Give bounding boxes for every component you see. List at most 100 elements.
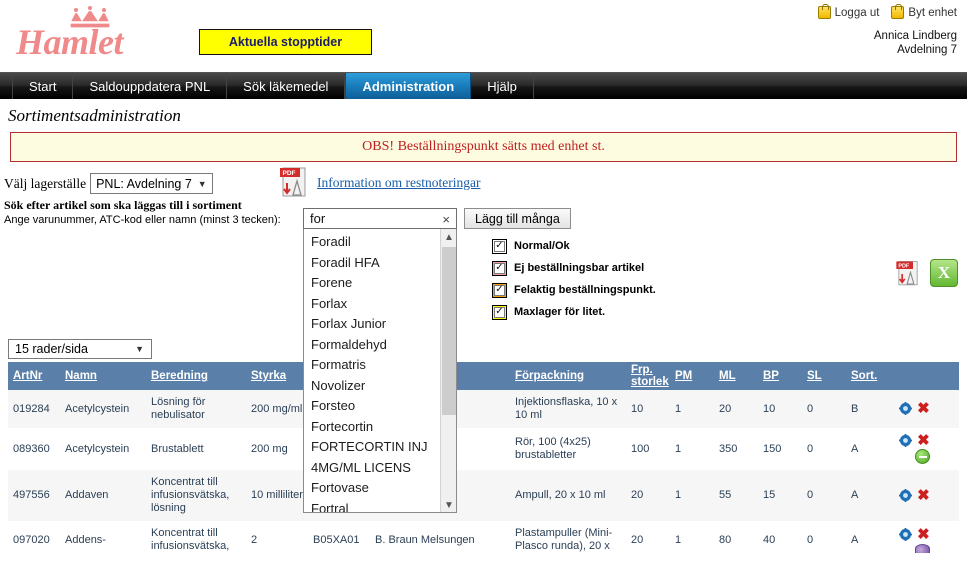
pdf-icon[interactable]: PDF (277, 165, 311, 201)
col-sort[interactable]: Sort. (846, 362, 894, 390)
list-item[interactable]: Forsteo (304, 396, 456, 417)
table-row[interactable]: 019284 Acetylcystein Lösning för nebulis… (8, 390, 959, 428)
check-icon: ✓ (494, 240, 505, 252)
status-indicator-icon[interactable] (915, 543, 930, 553)
cell-actions: ✖ (894, 470, 959, 522)
nav-item-hjalp[interactable]: Hjälp (471, 73, 534, 99)
gear-icon[interactable] (899, 528, 912, 542)
lagg-till-manga-button[interactable]: Lägg till många (464, 208, 571, 229)
list-item[interactable]: FORTECORTIN INJ (304, 437, 456, 458)
col-namn[interactable]: Namn (60, 362, 146, 390)
list-item[interactable]: 4MG/ML LICENS (304, 458, 456, 479)
list-item[interactable]: Fortovase (304, 478, 456, 499)
list-item[interactable]: Foradil HFA (304, 253, 456, 274)
col-beredning[interactable]: Beredning (146, 362, 246, 390)
list-item[interactable]: Novolizer (304, 376, 456, 397)
notice-banner: OBS! Beställningspunkt sätts med enhet s… (10, 132, 957, 162)
cell-namn: Acetylcystein (60, 390, 146, 428)
cell-ml: 80 (714, 521, 758, 560)
delete-icon[interactable]: ✖ (917, 433, 930, 448)
nav-item-administration[interactable]: Administration (345, 73, 472, 99)
col-sl[interactable]: SL (802, 362, 846, 390)
cell-forpackning: Plastampuller (Mini-Plasco runda), 20 x (510, 521, 626, 560)
table-row[interactable]: 089360 Acetylcystein Brustablett 200 mg … (8, 428, 959, 471)
col-bp[interactable]: BP (758, 362, 802, 390)
cell-namn: Addaven (60, 470, 146, 522)
col-forpackning[interactable]: Förpackning (510, 362, 626, 390)
legend-checkbox-normal[interactable]: ✓ (492, 238, 507, 254)
check-icon: ✓ (494, 262, 505, 274)
cell-sort: A (846, 521, 894, 560)
list-item[interactable]: Forlax (304, 294, 456, 315)
pdf-export-icon[interactable]: PDF (893, 259, 923, 289)
legend-label: Normal/Ok (514, 240, 570, 252)
svg-text:PDF: PDF (898, 264, 910, 270)
gear-icon[interactable] (899, 489, 912, 503)
search-input-box[interactable]: × (303, 208, 457, 229)
list-item[interactable]: Fortecortin (304, 417, 456, 438)
col-artnr[interactable]: ArtNr (8, 362, 60, 390)
list-item[interactable]: Fortral (304, 499, 456, 513)
aktuella-stopptider-button[interactable]: Aktuella stopptider (199, 29, 372, 55)
dropdown-scrollbar[interactable]: ▲ ▼ (440, 229, 456, 512)
cell-artnr: 497556 (8, 470, 60, 522)
list-item[interactable]: Formaldehyd (304, 335, 456, 356)
scroll-up-icon[interactable]: ▲ (441, 229, 456, 245)
minus-status-icon[interactable] (915, 449, 930, 465)
logout-link[interactable]: Logga ut (817, 4, 879, 19)
cell-frp-storlek: 20 (626, 521, 670, 560)
search-input[interactable] (308, 210, 434, 227)
page-header: Hamlet Aktuella stopptider Logga ut Byt … (0, 0, 967, 72)
search-field-label: Ange varunummer, ATC-kod eller namn (min… (4, 214, 281, 226)
cell-ml: 55 (714, 470, 758, 522)
legend-checkbox-ej-bestallningsbar[interactable]: ✓ (492, 260, 507, 276)
legend-checkbox-felaktig-bestallningspunkt[interactable]: ✓ (492, 282, 507, 298)
nav-item-saldouppdatera-pnl[interactable]: Saldouppdatera PNL (73, 73, 228, 99)
autocomplete-dropdown[interactable]: Foradil Foradil HFA Forene Forlax Forlax… (303, 229, 457, 513)
cell-bp: 150 (758, 428, 802, 471)
list-item[interactable]: Formatris (304, 355, 456, 376)
svg-text:Hamlet: Hamlet (15, 22, 124, 62)
col-ml[interactable]: ML (714, 362, 758, 390)
gear-icon[interactable] (899, 402, 912, 416)
rows-per-page-select[interactable]: 15 rader/sida ▼ (8, 339, 152, 359)
list-item[interactable]: Forlax Junior (304, 314, 456, 335)
col-pm[interactable]: PM (670, 362, 714, 390)
nav-item-sok-lakemedel[interactable]: Sök läkemedel (227, 73, 346, 99)
delete-icon[interactable]: ✖ (917, 401, 930, 416)
table-row[interactable]: 097020 Addens- Koncentrat till infusions… (8, 521, 959, 560)
gear-icon[interactable] (899, 434, 912, 447)
cell-actions: ✖ (894, 390, 959, 428)
col-styrka[interactable]: Styrka (246, 362, 308, 390)
excel-export-icon[interactable]: X (930, 259, 958, 287)
rows-per-page-value: 15 rader/sida (15, 342, 88, 356)
delete-icon[interactable]: ✖ (917, 527, 930, 542)
restnoteringar-link[interactable]: Information om restnoteringar (317, 175, 480, 191)
cell-sl: 0 (802, 521, 846, 560)
cell-frp-storlek: 10 (626, 390, 670, 428)
cell-bp: 10 (758, 390, 802, 428)
cell-pm: 1 (670, 428, 714, 471)
cell-beredning: Brustablett (146, 428, 246, 471)
scroll-down-icon[interactable]: ▼ (441, 497, 456, 512)
table-row[interactable]: 497556 Addaven Koncentrat till infusions… (8, 470, 959, 522)
list-item[interactable]: Foradil (304, 232, 456, 253)
col-frp-storlek[interactable]: Frp. storlek (626, 362, 670, 390)
lock-icon (817, 4, 831, 19)
cell-styrka: 2 (246, 521, 308, 560)
legend-label: Ej beställningsbar artikel (514, 262, 645, 274)
clear-icon[interactable]: × (442, 211, 450, 228)
nav-item-start[interactable]: Start (12, 73, 74, 99)
col-actions (894, 362, 959, 390)
lagerstalle-select[interactable]: PNL: Avdelning 7 ▼ (90, 173, 213, 194)
scrollbar-thumb[interactable] (442, 247, 456, 415)
legend-label: Maxlager för litet. (514, 306, 606, 318)
legend-checkbox-maxlager[interactable]: ✓ (492, 304, 507, 320)
list-item[interactable]: Forene (304, 273, 456, 294)
cell-frp-storlek: 100 (626, 428, 670, 471)
lock-icon (891, 4, 905, 19)
controls-area: Välj lagerställe PNL: Avdelning 7 ▼ PDF … (0, 162, 967, 212)
switch-unit-link[interactable]: Byt enhet (891, 4, 957, 19)
user-info: Annica Lindberg Avdelning 7 (767, 29, 957, 57)
delete-icon[interactable]: ✖ (917, 488, 930, 503)
